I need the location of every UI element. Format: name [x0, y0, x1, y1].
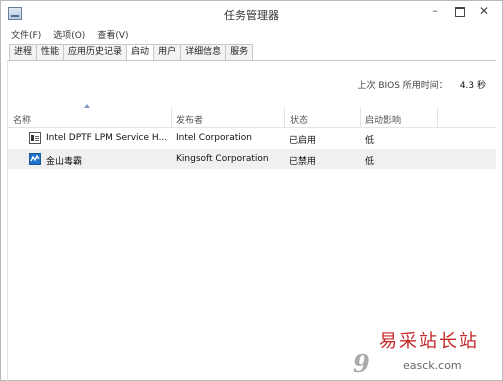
- bios-time-value: 4.3 秒: [459, 81, 486, 91]
- tab-bar: 进程 性能 应用历史记录 启动 用户 详细信息 服务: [9, 44, 254, 62]
- tab-app-history[interactable]: 应用历史记录: [63, 44, 127, 61]
- table-row[interactable]: 金山毒霸 Kingsoft Corporation 已禁用 低: [7, 149, 496, 169]
- row-publisher: Intel Corporation: [176, 133, 252, 143]
- minimize-button[interactable]: –: [427, 5, 443, 19]
- app-window-icon: [29, 132, 41, 144]
- bios-time-label: 上次 BIOS 所用时间：: [357, 81, 448, 91]
- tab-performance[interactable]: 性能: [36, 44, 64, 61]
- table-row[interactable]: Intel DPTF LPM Service H... Intel Corpor…: [7, 128, 496, 148]
- column-header-status[interactable]: 状态: [290, 113, 308, 126]
- menu-file[interactable]: 文件(F): [11, 28, 41, 42]
- menu-options[interactable]: 选项(O): [53, 28, 85, 42]
- tab-users[interactable]: 用户: [153, 44, 181, 61]
- sort-ascending-icon: [84, 104, 90, 108]
- column-header-impact[interactable]: 启动影响: [365, 113, 401, 126]
- column-separator[interactable]: [437, 107, 438, 128]
- row-name: Intel DPTF LPM Service H...: [46, 133, 168, 143]
- row-status: 已禁用: [289, 157, 317, 167]
- watermark-sub-text: easck.com: [403, 359, 462, 372]
- row-impact: 低: [365, 136, 375, 146]
- tab-services[interactable]: 服务: [225, 44, 254, 61]
- column-separator[interactable]: [284, 107, 285, 128]
- row-name: 金山毒霸: [46, 157, 83, 167]
- menu-view[interactable]: 查看(V): [97, 28, 128, 42]
- column-header-name[interactable]: 名称: [13, 113, 31, 126]
- list-left-border: [7, 61, 8, 381]
- row-status: 已启用: [289, 136, 317, 146]
- column-separator[interactable]: [360, 107, 361, 128]
- close-button[interactable]: ✕: [476, 5, 492, 19]
- row-publisher: Kingsoft Corporation: [176, 154, 269, 164]
- menu-bar: 文件(F) 选项(O) 查看(V): [11, 28, 129, 42]
- tab-divider: [7, 60, 496, 61]
- watermark-main-text: 易采站长站: [379, 331, 479, 352]
- tab-processes[interactable]: 进程: [9, 44, 37, 61]
- watermark: 9 易采站长站 easck.com: [351, 325, 503, 381]
- tab-details[interactable]: 详细信息: [180, 44, 226, 61]
- column-separator[interactable]: [171, 107, 172, 128]
- row-impact: 低: [365, 157, 375, 167]
- title-bar: 任务管理器 – ✕: [1, 1, 502, 27]
- maximize-button[interactable]: [451, 5, 467, 19]
- kingsoft-antivirus-icon: [29, 153, 41, 165]
- watermark-logo: 9: [353, 349, 370, 378]
- bios-time: 上次 BIOS 所用时间： 4.3 秒: [357, 78, 486, 91]
- column-header-publisher[interactable]: 发布者: [176, 113, 203, 126]
- task-manager-window: 任务管理器 – ✕ 文件(F) 选项(O) 查看(V) 进程 性能 应用历史记录…: [0, 0, 503, 381]
